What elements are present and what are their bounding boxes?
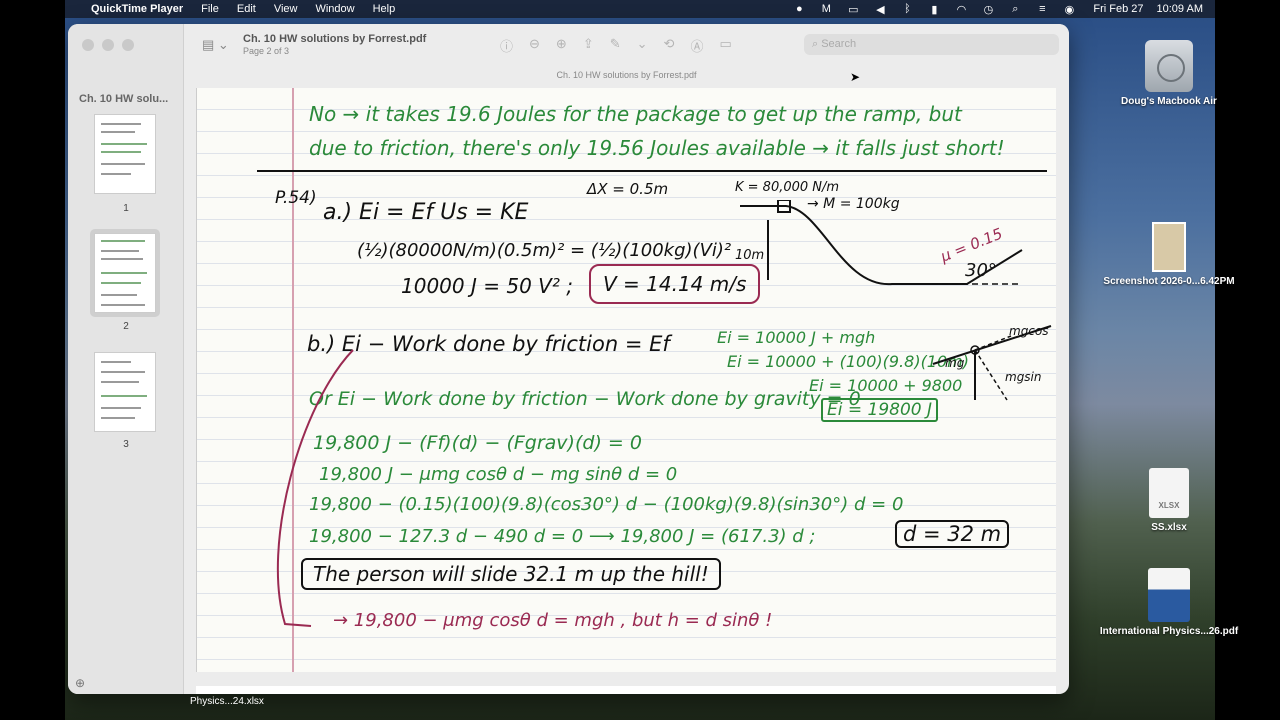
pdf-file-icon — [1148, 568, 1190, 622]
step-4: 19,800 − 127.3 d − 490 d = 0 ⟶ 19,800 J … — [309, 526, 816, 547]
app-menu[interactable]: QuickTime Player — [91, 3, 183, 15]
markup-pen-icon[interactable]: ✎ — [610, 36, 621, 55]
window-controls — [82, 39, 134, 51]
zoom-in-icon[interactable]: ⊕ — [556, 36, 567, 55]
preview-window: Ch. 10 HW solu... 1 2 3 ⊕ ▤ ⌄ Ch. 10 HW … — [68, 24, 1069, 694]
status-area: ● M ▭ ◀ ᛒ ▮ ◠ ◷ ⌕ ≡ ◉ Fri Feb 27 10:09 A… — [792, 3, 1215, 16]
letterbox-left — [0, 0, 65, 720]
desktop-drive[interactable]: Doug's Macbook Air — [1094, 40, 1244, 107]
height-label: 10m — [735, 248, 765, 263]
zoom-button[interactable] — [122, 39, 134, 51]
spotlight-search-icon[interactable]: ⌕ — [1008, 3, 1022, 16]
desktop-drive-label: Doug's Macbook Air — [1121, 96, 1217, 107]
control-center-icon[interactable]: ≡ — [1035, 3, 1049, 15]
m-app-icon[interactable]: M — [819, 3, 833, 15]
toolbar-icons: ⓘ ⊖ ⊕ ⇪ ✎ ⌄ ⟲ Ⓐ ▭ — [500, 36, 732, 55]
menu-view[interactable]: View — [274, 3, 298, 15]
pdf-page[interactable]: No → it takes 19.6 Joules for the packag… — [196, 88, 1056, 672]
menu-window[interactable]: Window — [315, 3, 354, 15]
form-fill-icon[interactable]: ▭ — [719, 36, 731, 55]
spreadsheet-file-icon: XLSX — [1149, 468, 1189, 518]
screenshot-file-icon — [1152, 222, 1186, 272]
clock-date[interactable]: Fri Feb 27 — [1093, 3, 1143, 15]
close-button[interactable] — [82, 39, 94, 51]
sidebar-toggle-icon[interactable]: ▤ ⌄ — [202, 37, 229, 53]
page-thumbnail-3[interactable] — [94, 352, 156, 432]
rotate-icon[interactable]: ⟲ — [664, 36, 675, 55]
clock-time[interactable]: 10:09 AM — [1157, 3, 1203, 15]
zoom-out-icon[interactable]: ⊖ — [529, 36, 540, 55]
thumbnail-sidebar: Ch. 10 HW solu... 1 2 3 ⊕ — [68, 24, 184, 694]
document-title: Ch. 10 HW solutions by Forrest.pdf — [243, 33, 427, 45]
share-icon[interactable]: ⇪ — [583, 36, 594, 55]
search-placeholder: Search — [821, 38, 857, 50]
note-line-1: No → it takes 19.6 Joules for the packag… — [309, 102, 962, 126]
part-a-equation: a.) Ei = Ef Us = KE — [323, 200, 529, 225]
distance-result: d = 32 m — [895, 520, 1010, 548]
next-page-edge — [196, 686, 1056, 694]
desktop-pdf[interactable]: International Physics...26.pdf — [1094, 568, 1244, 637]
volume-icon[interactable]: ◀ — [873, 3, 887, 16]
energy-equation-2: 10000 J = 50 V² ; — [401, 274, 573, 298]
note-line-2: due to friction, there's only 19.56 Joul… — [309, 136, 1005, 160]
wifi-icon[interactable]: ◠ — [954, 3, 968, 16]
add-page-icon[interactable]: ⊕ — [75, 676, 85, 690]
parallel-component-label: mgsin — [1005, 370, 1042, 384]
page-thumbnail-1[interactable] — [94, 114, 156, 194]
weight-label: mg — [945, 356, 965, 370]
page-number-1: 1 — [123, 203, 129, 214]
siri-icon[interactable]: ◉ — [1062, 3, 1076, 16]
page-indicator: Page 2 of 3 — [243, 46, 290, 56]
desktop-xlsx[interactable]: XLSX SS.xlsx — [1094, 468, 1244, 533]
minimize-button[interactable] — [102, 39, 114, 51]
filename-bar: Ch. 10 HW solutions by Forrest.pdf — [556, 70, 697, 80]
page-thumbnail-2[interactable] — [94, 233, 156, 313]
alternate-method: Or Ei − Work done by friction − Work don… — [309, 388, 861, 410]
spring-constant-label: K = 80,000 N/m — [735, 180, 840, 195]
step-2: 19,800 J − μmg cosθ d − mg sinθ d = 0 — [319, 464, 678, 485]
angle-label: 30° — [965, 260, 997, 281]
screen-mirroring-icon[interactable]: ▭ — [846, 3, 860, 16]
menu-help[interactable]: Help — [373, 3, 396, 15]
alternate-approach-note: → 19,800 − μmg cosθ d = mgh , but h = d … — [333, 610, 773, 631]
menu-bar: QuickTime Player File Edit View Window H… — [65, 0, 1215, 18]
separator-line — [257, 170, 1047, 172]
sidebar-doc-title: Ch. 10 HW solu... — [79, 93, 169, 105]
chevron-down-icon[interactable]: ⌄ — [637, 36, 648, 55]
desktop-screenshot-label: Screenshot 2026-0...6.42PM — [1103, 276, 1235, 287]
page-number-3: 3 — [123, 439, 129, 450]
desktop-file-label[interactable]: Physics...24.xlsx — [190, 696, 264, 707]
initial-energy-1: Ei = 10000 J + mgh — [717, 328, 876, 347]
menu-edit[interactable]: Edit — [237, 3, 256, 15]
page-number-2: 2 — [123, 321, 129, 332]
hard-drive-icon — [1145, 40, 1193, 92]
search-field[interactable]: ⌕ Search — [804, 34, 1059, 55]
markup-icon[interactable]: Ⓐ — [690, 36, 703, 55]
perpendicular-component-label: mgcos — [1009, 324, 1049, 338]
toolbar: ▤ ⌄ Ch. 10 HW solutions by Forrest.pdf P… — [184, 24, 1069, 70]
displacement-label: ΔX = 0.5m — [587, 180, 669, 198]
annotation-arrow — [276, 349, 354, 627]
desktop-xlsx-label: SS.xlsx — [1151, 522, 1187, 533]
energy-equation: (½)(80000N/m)(0.5m)² = (½)(100kg)(Vi)² — [357, 240, 732, 261]
desktop-screenshot[interactable]: Screenshot 2026-0...6.42PM — [1094, 222, 1244, 287]
time-machine-icon[interactable]: ◷ — [981, 3, 995, 16]
problem-number: P.54) — [275, 188, 317, 208]
record-icon[interactable]: ● — [792, 3, 806, 15]
info-icon[interactable]: ⓘ — [500, 36, 513, 55]
desktop-pdf-label: International Physics...26.pdf — [1099, 626, 1239, 637]
menu-file[interactable]: File — [201, 3, 219, 15]
step-3: 19,800 − (0.15)(100)(9.8)(cos30°) d − (1… — [309, 494, 904, 515]
battery-icon[interactable]: ▮ — [927, 3, 941, 16]
bluetooth-icon[interactable]: ᛒ — [900, 3, 914, 15]
